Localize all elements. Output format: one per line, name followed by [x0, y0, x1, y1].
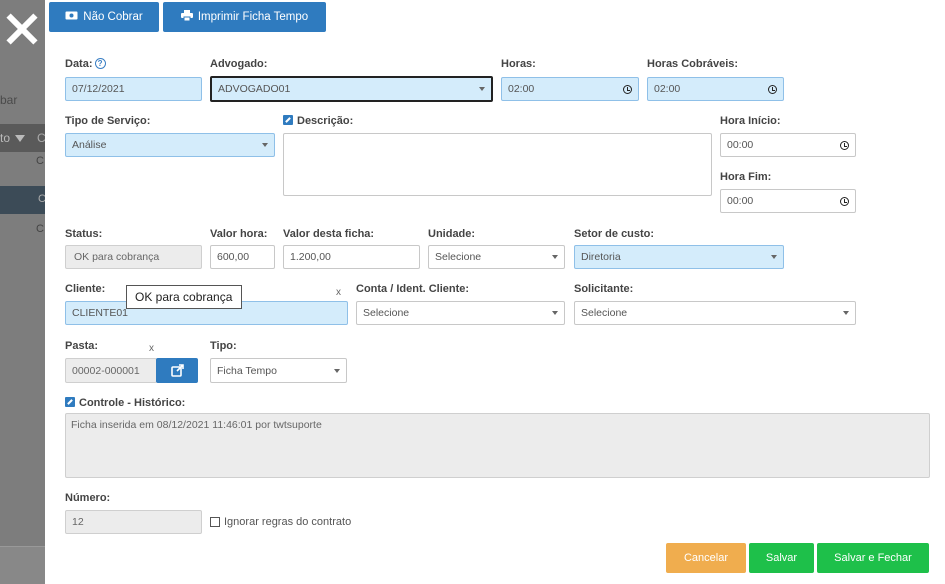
advogado-select[interactable]: ADVOGADO01 — [210, 76, 493, 102]
cliente-clear-icon[interactable]: x — [336, 287, 341, 298]
horas-cobraveis-label: Horas Cobráveis: — [647, 58, 739, 70]
background-text: bar — [0, 93, 18, 107]
clock-icon[interactable] — [840, 196, 849, 206]
ignorar-regras-label: Ignorar regras do contrato — [224, 516, 352, 528]
status-field: OK para cobrança — [65, 245, 202, 269]
setor-custo-select[interactable]: Diretoria — [574, 245, 784, 269]
hora-inicio-field[interactable]: 00:00 — [720, 133, 856, 157]
horas-field[interactable]: 02:00 — [501, 77, 639, 101]
filter-icon — [15, 135, 26, 142]
descricao-textarea[interactable] — [283, 133, 712, 196]
background-footer — [0, 546, 45, 584]
clock-icon[interactable] — [768, 84, 777, 94]
background-row: C — [36, 223, 44, 235]
tipo-select[interactable]: Ficha Tempo — [210, 358, 347, 383]
external-link-icon — [170, 364, 184, 377]
imprimir-ficha-label: Imprimir Ficha Tempo — [197, 11, 309, 23]
data-label: Data:? — [65, 58, 106, 70]
chevron-down-icon — [479, 87, 485, 91]
numero-field: 12 — [65, 510, 202, 534]
chevron-down-icon — [262, 143, 268, 147]
cancelar-button[interactable]: Cancelar — [666, 543, 746, 573]
chevron-down-icon — [552, 255, 558, 259]
background-row-selected-text: C — [38, 193, 45, 205]
solicitante-select[interactable]: Selecione — [574, 301, 856, 325]
background-header-col: C — [37, 131, 45, 145]
valor-ficha-field[interactable]: 1.200,00 — [283, 245, 420, 269]
numero-label: Número: — [65, 492, 111, 504]
horas-cobraveis-field[interactable]: 02:00 — [647, 77, 784, 101]
unidade-label: Unidade: — [428, 228, 476, 240]
controle-historico-textarea: Ficha inserida em 08/12/2021 11:46:01 po… — [65, 413, 930, 478]
checkbox-icon[interactable] — [210, 517, 220, 527]
chevron-down-icon — [552, 311, 558, 315]
hora-fim-field[interactable]: 00:00 — [720, 189, 856, 213]
close-icon[interactable] — [2, 8, 42, 48]
solicitante-label: Solicitante: — [574, 283, 634, 295]
background-app: bar to C C C C — [0, 0, 45, 584]
background-header-text: to — [0, 131, 11, 145]
controle-label: Controle - Histórico: — [65, 397, 185, 409]
chevron-down-icon — [334, 368, 340, 373]
background-row-text: C — [36, 155, 44, 167]
salvar-button[interactable]: Salvar — [749, 543, 814, 573]
descricao-label: Descrição: — [283, 115, 353, 127]
hora-inicio-label: Hora Início: — [720, 115, 781, 127]
background-table-header: to C — [0, 124, 45, 152]
chevron-down-icon — [843, 311, 849, 315]
open-pasta-button[interactable] — [156, 358, 198, 383]
advogado-label: Advogado: — [210, 58, 268, 70]
pasta-clear-icon[interactable]: x — [149, 343, 154, 354]
clock-icon[interactable] — [623, 84, 632, 94]
tipo-servico-select[interactable]: Análise — [65, 133, 275, 157]
horas-label: Horas: — [501, 58, 536, 70]
edit-icon[interactable] — [283, 115, 293, 125]
conta-select[interactable]: Selecione — [356, 301, 565, 325]
salvar-fechar-button[interactable]: Salvar e Fechar — [817, 543, 929, 573]
ignorar-regras-checkbox[interactable]: Ignorar regras do contrato — [210, 516, 351, 528]
valor-hora-label: Valor hora: — [210, 228, 268, 240]
clock-icon[interactable] — [840, 140, 849, 150]
nao-cobrar-label: Não Cobrar — [83, 11, 143, 23]
status-label: Status: — [65, 228, 103, 240]
edit-icon[interactable] — [65, 397, 75, 407]
imprimir-ficha-button[interactable]: Imprimir Ficha Tempo — [163, 2, 326, 32]
tipo-servico-label: Tipo de Serviço: — [65, 115, 151, 127]
unidade-select[interactable]: Selecione — [428, 245, 565, 269]
nao-cobrar-button[interactable]: Não Cobrar — [49, 2, 159, 32]
data-field[interactable]: 07/12/2021 — [65, 77, 202, 101]
conta-label: Conta / Ident. Cliente: — [356, 283, 470, 295]
pasta-field: 00002-000001 — [65, 358, 157, 383]
money-icon — [65, 11, 78, 23]
help-icon[interactable]: ? — [94, 58, 106, 69]
print-icon — [180, 10, 193, 24]
tipo-label: Tipo: — [210, 340, 237, 352]
chevron-down-icon — [771, 255, 777, 259]
setor-custo-label: Setor de custo: — [574, 228, 655, 240]
hora-fim-label: Hora Fim: — [720, 171, 772, 183]
cliente-label: Cliente: — [65, 283, 106, 295]
background-row-selected: C — [0, 186, 45, 214]
valor-hora-field[interactable]: 600,00 — [210, 245, 275, 269]
status-tooltip: OK para cobrança — [126, 285, 242, 309]
valor-ficha-label: Valor desta ficha: — [283, 228, 375, 240]
pasta-label: Pasta: — [65, 340, 99, 352]
